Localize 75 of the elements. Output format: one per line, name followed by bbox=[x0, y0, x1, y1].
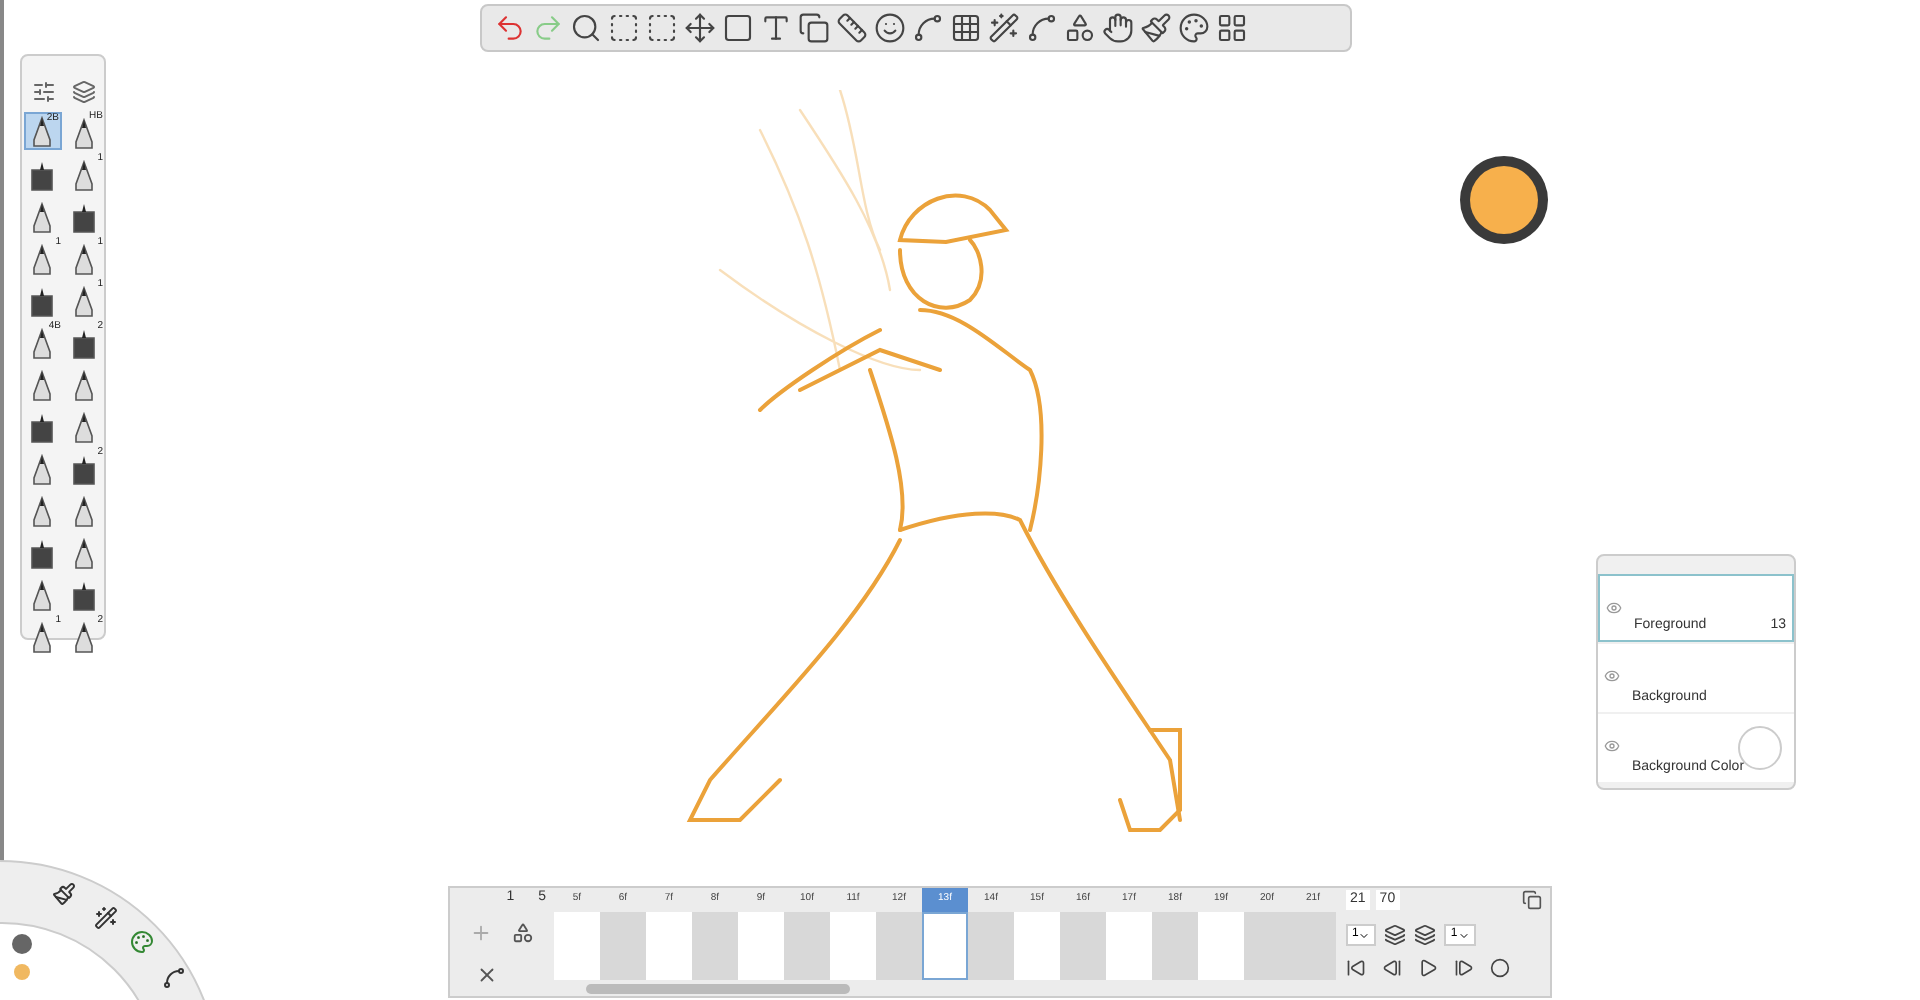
step-forward-icon[interactable] bbox=[1454, 958, 1474, 978]
first-frame-icon[interactable] bbox=[1346, 958, 1366, 978]
move-icon[interactable] bbox=[684, 12, 716, 44]
brush-icon bbox=[72, 244, 96, 276]
stroke-icon[interactable] bbox=[1026, 12, 1058, 44]
frame-cell[interactable] bbox=[1244, 912, 1290, 980]
brush-icon[interactable] bbox=[52, 882, 76, 906]
brush-icon bbox=[30, 202, 54, 234]
brush-icon bbox=[30, 412, 54, 444]
brush-icon bbox=[30, 286, 54, 318]
caret-icon bbox=[1358, 929, 1371, 941]
undo-icon[interactable] bbox=[494, 12, 526, 44]
record-icon[interactable] bbox=[1490, 958, 1510, 978]
frame-cell[interactable] bbox=[922, 912, 968, 980]
frame-cell[interactable] bbox=[1106, 912, 1152, 980]
brush-icon bbox=[30, 160, 54, 192]
brush-icon bbox=[72, 412, 96, 444]
ruler-icon[interactable] bbox=[836, 12, 868, 44]
onion-skin-icon[interactable] bbox=[1414, 924, 1437, 946]
brush-icon bbox=[30, 370, 54, 402]
frame-cell[interactable] bbox=[600, 912, 646, 980]
settings-icon[interactable] bbox=[31, 80, 55, 104]
frame-cell[interactable] bbox=[692, 912, 738, 980]
library-icon[interactable] bbox=[71, 80, 95, 104]
curve-icon[interactable] bbox=[912, 12, 944, 44]
step-back-icon[interactable] bbox=[1382, 958, 1402, 978]
grid-view-icon[interactable] bbox=[1216, 12, 1248, 44]
brush-icon bbox=[30, 116, 54, 148]
brush-icon[interactable] bbox=[1140, 12, 1172, 44]
selection-icon[interactable] bbox=[608, 12, 640, 44]
onion-skin-icon[interactable] bbox=[1384, 924, 1407, 946]
palette-icon[interactable] bbox=[130, 930, 154, 954]
frame-cell[interactable] bbox=[784, 912, 830, 980]
brush-icon bbox=[30, 244, 54, 276]
brush-icon bbox=[30, 454, 54, 486]
frame-cell[interactable] bbox=[646, 912, 692, 980]
brush-icon bbox=[72, 202, 96, 234]
brush-icon bbox=[30, 622, 54, 654]
frame-cell[interactable] bbox=[968, 912, 1014, 980]
curve-icon[interactable] bbox=[162, 966, 186, 990]
brush-icon bbox=[72, 160, 96, 192]
frame-cell[interactable] bbox=[876, 912, 922, 980]
brush-icon bbox=[72, 328, 96, 360]
frame-cell[interactable] bbox=[830, 912, 876, 980]
caret-icon bbox=[1457, 929, 1470, 941]
brush-icon bbox=[72, 286, 96, 318]
smiley-icon[interactable] bbox=[874, 12, 906, 44]
brush-icon bbox=[72, 370, 96, 402]
brush-icon bbox=[30, 328, 54, 360]
brush-icon bbox=[72, 622, 96, 654]
brush-icon bbox=[72, 118, 96, 150]
visibility-icon[interactable] bbox=[1604, 738, 1620, 754]
text-icon[interactable] bbox=[760, 12, 792, 44]
visibility-icon[interactable] bbox=[1606, 600, 1622, 616]
frame-cell[interactable] bbox=[1014, 912, 1060, 980]
play-icon[interactable] bbox=[1418, 958, 1438, 978]
brush-icon bbox=[72, 580, 96, 612]
brush-icon bbox=[30, 538, 54, 570]
brush-icon bbox=[30, 580, 54, 612]
frame-cell[interactable] bbox=[738, 912, 784, 980]
brush-icon bbox=[72, 538, 96, 570]
shapes-icon[interactable] bbox=[1064, 12, 1096, 44]
brush-icon bbox=[72, 496, 96, 528]
search-icon[interactable] bbox=[570, 12, 602, 44]
frame-cell[interactable] bbox=[554, 912, 600, 980]
hand-icon[interactable] bbox=[1102, 12, 1134, 44]
frame-cell[interactable] bbox=[1198, 912, 1244, 980]
brush-icon bbox=[30, 496, 54, 528]
brush-icon bbox=[72, 454, 96, 486]
visibility-icon[interactable] bbox=[1604, 668, 1620, 684]
grid-icon[interactable] bbox=[950, 12, 982, 44]
scrollbar[interactable] bbox=[586, 984, 850, 994]
frame-cell[interactable] bbox=[1060, 912, 1106, 980]
close-icon[interactable] bbox=[475, 964, 497, 986]
frame-cell[interactable] bbox=[1152, 912, 1198, 980]
